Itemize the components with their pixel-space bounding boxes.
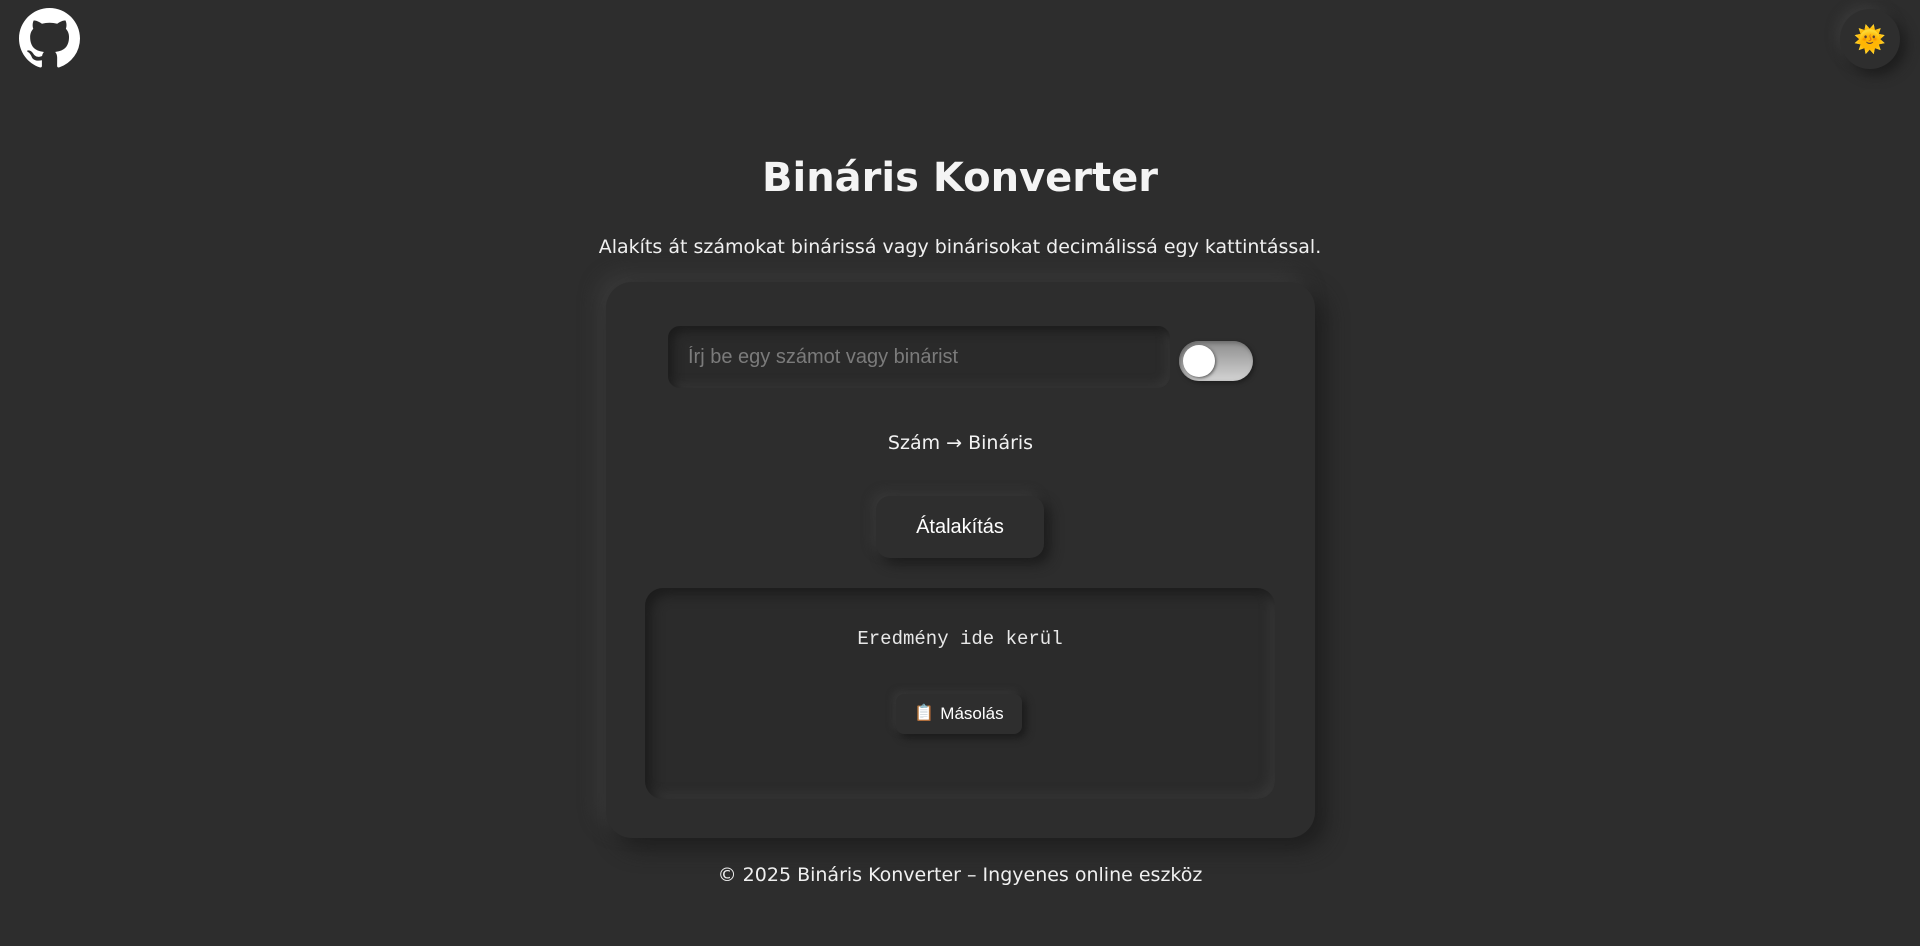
github-link[interactable]: [19, 8, 80, 69]
mode-toggle-switch[interactable]: [1179, 341, 1253, 381]
page-subtitle: Alakíts át számokat binárissá vagy binár…: [598, 236, 1322, 258]
page: 🌞 Bináris Konverter Alakíts át számokat …: [0, 0, 1920, 946]
page-title: Bináris Konverter: [762, 155, 1158, 201]
toggle-knob: [1183, 345, 1215, 377]
converter-card: Szám → Bináris Átalakítás Eredmény ide k…: [606, 282, 1315, 838]
theme-toggle-button[interactable]: 🌞: [1840, 9, 1900, 69]
number-input[interactable]: [668, 326, 1170, 388]
result-box: Eredmény ide kerül 📋 Másolás: [645, 588, 1275, 799]
mode-label: Szám → Bináris: [887, 432, 1034, 454]
clipboard-icon: 📋: [914, 705, 935, 722]
footer-text: © 2025 Bináris Konverter – Ingyenes onli…: [717, 864, 1203, 886]
number-input-wrapper: [668, 326, 1170, 388]
github-icon: [19, 8, 80, 68]
copy-button[interactable]: 📋 Másolás: [896, 694, 1022, 734]
result-text: Eredmény ide kerül: [857, 628, 1063, 650]
convert-button[interactable]: Átalakítás: [876, 496, 1044, 558]
copy-button-label: Másolás: [940, 704, 1004, 723]
sun-icon: 🌞: [1853, 24, 1887, 54]
